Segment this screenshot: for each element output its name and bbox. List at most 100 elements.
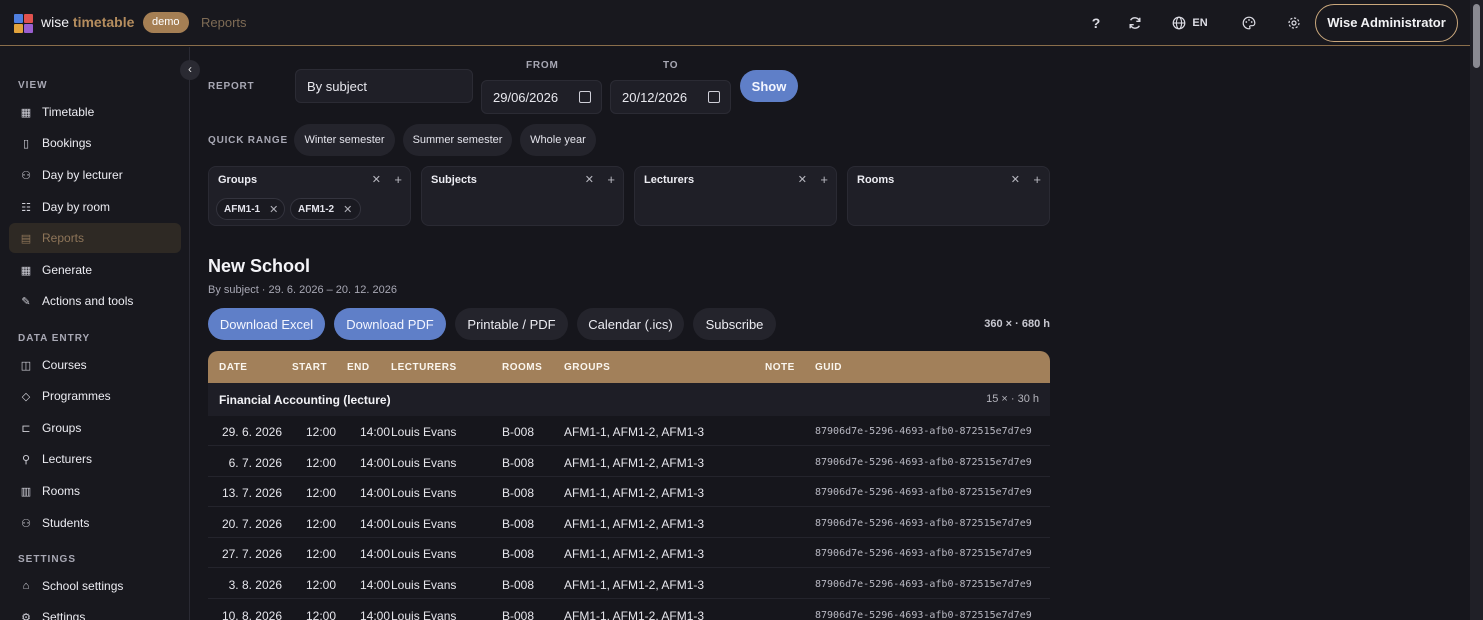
wrench-icon: ✎ [21,295,31,308]
column-header-note[interactable]: NOTE [765,362,795,373]
download-pdf-button[interactable]: Download PDF [334,308,446,340]
sidebar-item-courses[interactable]: ◫ Courses [9,350,181,380]
table-row[interactable]: 29. 6. 2026 12:00 14:00 Louis Evans B-008 AFM… [208,416,1050,446]
table-group-row[interactable]: Financial Accounting (lecture) 15 × · 30… [208,383,1050,416]
cell-start: 12:00 [305,578,336,592]
filter-subjects[interactable]: Subjects ✕ + [421,166,624,226]
people-list-icon: ⚇ [21,169,31,182]
sidebar-item-lecturers[interactable]: ⚲ Lecturers [9,444,181,474]
cell-guid: 87906d7e-5296-4693-afb0-872515e7d7e9 [815,487,1032,499]
table-row[interactable]: 6. 7. 2026 12:00 14:00 Louis Evans B-008 AFM1… [208,447,1050,477]
calendar-icon[interactable] [708,91,720,103]
sidebar-item-day-by-lecturer[interactable]: ⚇ Day by lecturer [9,160,181,190]
calendar-icon[interactable] [579,91,591,103]
sidebar-item-reports[interactable]: ▤ Reports [9,223,181,253]
table-row[interactable]: 20. 7. 2026 12:00 14:00 Louis Evans B-008 AFM… [208,508,1050,538]
clear-icon[interactable]: ✕ [1011,173,1020,186]
theme-button[interactable] [1234,8,1264,38]
user-menu-button[interactable]: Wise Administrator [1315,4,1458,42]
clear-icon[interactable]: ✕ [585,173,594,186]
sidebar-item-groups[interactable]: ⊏ Groups [9,413,181,443]
language-button[interactable]: EN [1161,8,1219,38]
sidebar-item-generate[interactable]: ▦ Generate [9,255,181,285]
filter-lecturers[interactable]: Lecturers ✕ + [634,166,837,226]
from-label: FROM [526,60,559,71]
quick-range-winter[interactable]: Winter semester [294,124,395,156]
chip-group[interactable]: AFM1-2 ✕ [290,198,361,220]
column-header-start[interactable]: START [292,362,327,373]
column-header-lecturers[interactable]: LECTURERS [391,362,457,373]
clear-icon[interactable]: ✕ [372,173,381,186]
sidebar-item-students[interactable]: ⚇ Students [9,508,181,538]
cell-start: 12:00 [305,486,336,501]
cell-date: 29. 6. 2026 [221,425,282,439]
settings-button[interactable] [1279,8,1309,38]
table-row[interactable]: 27. 7. 2026 12:00 14:00 Louis Evans B-008 AFM… [208,538,1050,569]
download-excel-button[interactable]: Download Excel [208,308,325,340]
column-header-groups[interactable]: GROUPS [564,362,610,373]
calendar-ics-button[interactable]: Calendar (.ics) [577,308,684,340]
scrollbar-thumb[interactable] [1473,4,1480,68]
clear-icon[interactable]: ✕ [798,173,807,186]
sidebar-item-programmes[interactable]: ◇ Programmes [9,381,181,411]
cell-groups: AFM1-1, AFM1-2, AFM1-3 [564,578,705,592]
subscribe-button[interactable]: Subscribe [693,308,776,340]
table-row[interactable]: 3. 8. 2026 12:00 14:00 Louis Evans B-008 AFM1… [208,569,1050,599]
sidebar-item-label: Settings [42,610,86,620]
to-date-input[interactable]: 20/12/2026 [610,80,731,114]
scrollbar[interactable] [1470,0,1483,620]
plus-icon[interactable]: + [394,172,402,187]
plus-icon[interactable]: + [607,172,615,187]
show-button[interactable]: Show [740,70,798,102]
brand-accent: timetable [72,14,135,30]
sidebar-item-rooms[interactable]: ▥ Rooms [9,476,181,506]
sidebar-item-actions-and-tools[interactable]: ✎ Actions and tools [9,286,181,316]
filter-rooms[interactable]: Rooms ✕ + [847,166,1050,226]
column-header-end[interactable]: END [347,362,370,373]
remove-icon[interactable]: ✕ [269,203,278,216]
from-date-input[interactable]: 29/06/2026 [481,80,602,114]
demo-badge: demo [143,12,189,33]
cell-lecturers: Louis Evans [391,486,457,501]
quick-range-summer[interactable]: Summer semester [403,124,512,156]
cell-rooms: B-008 [502,455,535,470]
cell-groups: AFM1-1, AFM1-2, AFM1-3 [564,455,705,470]
brand-word: wise [41,14,70,30]
report-type-select[interactable]: By subject [295,69,473,103]
breadcrumb[interactable]: Reports [201,15,247,30]
plus-icon[interactable]: + [1033,172,1041,187]
column-header-guid[interactable]: GUID [815,362,842,373]
page-title: New School [208,256,311,276]
refresh-button[interactable] [1120,8,1150,38]
plus-icon[interactable]: + [820,172,828,187]
help-button[interactable]: ? [1081,8,1111,38]
table-header: DATE START END LECTURERS ROOMS GROUPS NO… [208,351,1050,383]
column-header-date[interactable]: DATE [219,362,247,373]
cell-rooms: B-008 [502,547,535,562]
cell-end: 14:00 [359,547,390,562]
cell-end: 14:00 [359,425,390,439]
palette-icon [1242,16,1256,30]
sidebar-item-day-by-room[interactable]: ☷ Day by room [9,192,181,222]
table-row[interactable]: 10. 8. 2026 12:00 14:00 Louis Evans B-008 AFM… [208,600,1050,620]
cell-lecturers: Louis Evans [391,516,457,531]
grid-icon: ▦ [20,264,32,277]
chevron-left-icon: ‹ [188,62,192,76]
remove-icon[interactable]: ✕ [343,203,352,216]
sidebar-item-label: Rooms [42,484,81,498]
sidebar-item-school-settings[interactable]: ⌂ School settings [9,571,181,601]
bookmark-icon: ▯ [22,137,30,150]
top-bar: wise timetable demo Reports ? EN Wise Ad… [0,0,1470,46]
brand[interactable]: wise timetable [41,14,134,30]
sidebar-item-timetable[interactable]: ▦ Timetable [9,97,181,127]
quick-range-whole-year[interactable]: Whole year [520,124,596,156]
sidebar-item-bookings[interactable]: ▯ Bookings [9,128,181,158]
chip-group[interactable]: AFM1-1 ✕ [216,198,285,220]
students-icon: ⚇ [21,517,31,530]
sidebar-item-settings[interactable]: ⚙ Settings [9,602,181,620]
logo-icon [14,14,33,33]
collapse-sidebar-button[interactable]: ‹ [180,60,200,80]
table-row[interactable]: 13. 7. 2026 12:00 14:00 Louis Evans B-008 AFM… [208,477,1050,508]
printable-pdf-button[interactable]: Printable / PDF [455,308,568,340]
column-header-rooms[interactable]: ROOMS [502,362,542,373]
